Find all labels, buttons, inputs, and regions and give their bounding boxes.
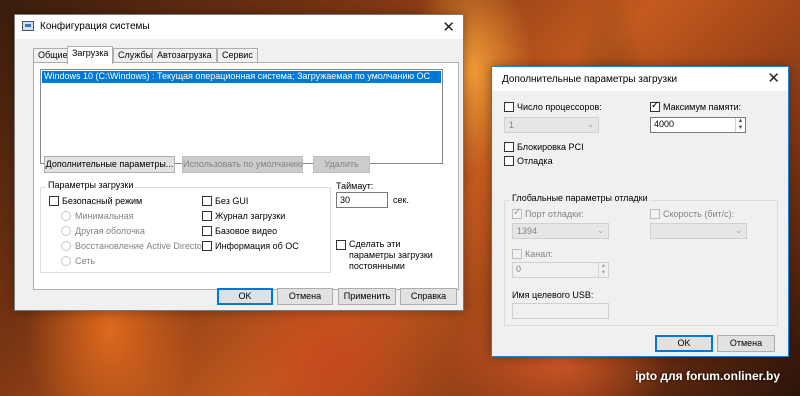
help-button[interactable]: Справка: [400, 288, 457, 305]
pci-lock-checkbox[interactable]: Блокировка PCI: [504, 142, 584, 152]
checkbox-box[interactable]: [512, 207, 522, 219]
usb-target-input[interactable]: [512, 303, 609, 319]
chevron-down-icon: ⌄: [735, 226, 742, 235]
timeout-label: Таймаут:: [336, 181, 374, 191]
checkbox-box[interactable]: [336, 240, 346, 250]
debug-port-value: 1394: [517, 226, 538, 236]
spin-arrows-icon[interactable]: ▲ ▼: [598, 263, 608, 277]
checkbox-box[interactable]: [504, 102, 514, 112]
radio-minimal[interactable]: Минимальная: [61, 211, 134, 221]
checkbox-box[interactable]: [504, 156, 514, 166]
debug-checkbox[interactable]: Отладка: [504, 156, 553, 166]
usb-target-label: Имя целевого USB:: [512, 290, 594, 300]
radio-alternate-shell[interactable]: Другая оболочка: [61, 226, 145, 236]
tab-boot[interactable]: Загрузка: [67, 46, 114, 64]
window-title: Конфигурация системы: [40, 21, 150, 32]
ok-button[interactable]: OK: [217, 288, 273, 305]
make-permanent-label: Сделать эти параметры загрузки постоянны…: [349, 239, 433, 271]
radio-label: Восстановление Active Directory: [75, 241, 210, 251]
advanced-boot-options-dialog: Дополнительные параметры загрузки ✕ Числ…: [491, 66, 789, 357]
dialog-title: Дополнительные параметры загрузки: [502, 74, 678, 85]
num-processors-select[interactable]: 1 ⌄: [504, 117, 599, 133]
radio-label: Сеть: [75, 256, 96, 266]
radio-network[interactable]: Сеть: [61, 256, 95, 266]
safe-mode-checkbox[interactable]: Безопасный режим: [49, 196, 142, 206]
timeout-unit: сек.: [393, 195, 409, 205]
radio-circle[interactable]: [61, 256, 71, 266]
os-info-label: Информация об ОС: [215, 241, 299, 251]
tab-startup[interactable]: Автозагрузка: [152, 48, 217, 63]
channel-label: Канал:: [525, 249, 553, 259]
radio-circle[interactable]: [61, 211, 71, 221]
num-processors-label: Число процессоров:: [517, 102, 602, 112]
checkbox-box[interactable]: [512, 249, 522, 259]
title-bar: Конфигурация системы ✕: [15, 15, 463, 39]
radio-label: Другая оболочка: [75, 226, 145, 236]
safe-mode-label: Безопасный режим: [62, 196, 143, 206]
max-memory-checkbox[interactable]: Максимум памяти:: [650, 100, 742, 112]
delete-button[interactable]: Удалить: [313, 156, 370, 173]
os-info-checkbox[interactable]: Информация об ОС: [202, 241, 299, 251]
debug-port-label: Порт отладки:: [525, 209, 584, 219]
channel-spinner[interactable]: 0 ▲ ▼: [512, 262, 609, 278]
advanced-options-button[interactable]: Дополнительные параметры...: [44, 156, 175, 173]
checkbox-box[interactable]: [49, 196, 59, 206]
checkbox-box[interactable]: [202, 196, 212, 206]
channel-value: 0: [516, 264, 522, 274]
boot-log-checkbox[interactable]: Журнал загрузки: [202, 211, 285, 221]
make-permanent-checkbox[interactable]: Сделать эти параметры загрузки постоянны…: [336, 239, 449, 272]
spin-arrows-icon[interactable]: ▲ ▼: [735, 118, 745, 132]
checkbox-box[interactable]: [650, 209, 660, 219]
radio-label: Минимальная: [75, 211, 134, 221]
msconfig-icon: [22, 21, 34, 31]
watermark: ipto для forum.onliner.by: [635, 369, 780, 383]
cancel-button[interactable]: Отмена: [277, 288, 333, 305]
close-icon[interactable]: ✕: [767, 69, 780, 87]
checkbox-box[interactable]: [202, 226, 212, 236]
cancel-button[interactable]: Отмена: [717, 335, 775, 352]
baud-rate-select[interactable]: ⌄: [650, 223, 747, 239]
base-video-label: Базовое видео: [215, 226, 278, 236]
base-video-checkbox[interactable]: Базовое видео: [202, 226, 277, 236]
radio-ad-repair[interactable]: Восстановление Active Directory: [61, 241, 209, 251]
title-bar: Дополнительные параметры загрузки ✕: [492, 67, 788, 91]
baud-rate-checkbox[interactable]: Скорость (бит/с):: [650, 209, 734, 219]
checkbox-box[interactable]: [202, 241, 212, 251]
baud-rate-label: Скорость (бит/с):: [663, 209, 735, 219]
checkbox-box[interactable]: [504, 142, 514, 152]
debug-label: Отладка: [517, 156, 553, 166]
chevron-down-icon: ⌄: [587, 120, 594, 129]
system-config-window: Конфигурация системы ✕ Общие Загрузка Сл…: [14, 14, 464, 311]
apply-button[interactable]: Применить: [338, 288, 396, 305]
close-icon[interactable]: ✕: [442, 18, 455, 36]
debug-port-checkbox[interactable]: Порт отладки:: [512, 207, 584, 219]
set-default-button[interactable]: Использовать по умолчанию: [182, 156, 303, 173]
checkbox-box[interactable]: [202, 211, 212, 221]
num-processors-checkbox[interactable]: Число процессоров:: [504, 102, 602, 112]
max-memory-label: Максимум памяти:: [663, 102, 742, 112]
pci-lock-label: Блокировка PCI: [517, 142, 584, 152]
channel-checkbox[interactable]: Канал:: [512, 249, 553, 259]
chevron-down-icon: ⌄: [597, 226, 604, 235]
tab-tools[interactable]: Сервис: [217, 48, 258, 63]
tab-services[interactable]: Службы: [113, 48, 158, 63]
boot-options-title: Параметры загрузки: [46, 180, 136, 190]
boot-log-label: Журнал загрузки: [215, 211, 286, 221]
max-memory-spinner[interactable]: 4000 ▲ ▼: [650, 117, 746, 133]
os-list-item[interactable]: Windows 10 (C:\Windows) : Текущая операц…: [42, 71, 441, 83]
ok-button[interactable]: OK: [655, 335, 713, 352]
debug-port-select[interactable]: 1394 ⌄: [512, 223, 609, 239]
os-list[interactable]: Windows 10 (C:\Windows) : Текущая операц…: [40, 69, 443, 164]
checkbox-box[interactable]: [650, 100, 660, 112]
num-processors-value: 1: [509, 120, 515, 130]
radio-circle[interactable]: [61, 226, 71, 236]
no-gui-checkbox[interactable]: Без GUI: [202, 196, 248, 206]
no-gui-label: Без GUI: [215, 196, 249, 206]
timeout-input[interactable]: 30: [336, 192, 388, 208]
radio-circle[interactable]: [61, 241, 71, 251]
max-memory-value: 4000: [654, 119, 675, 129]
global-debug-title: Глобальные параметры отладки: [510, 193, 650, 203]
